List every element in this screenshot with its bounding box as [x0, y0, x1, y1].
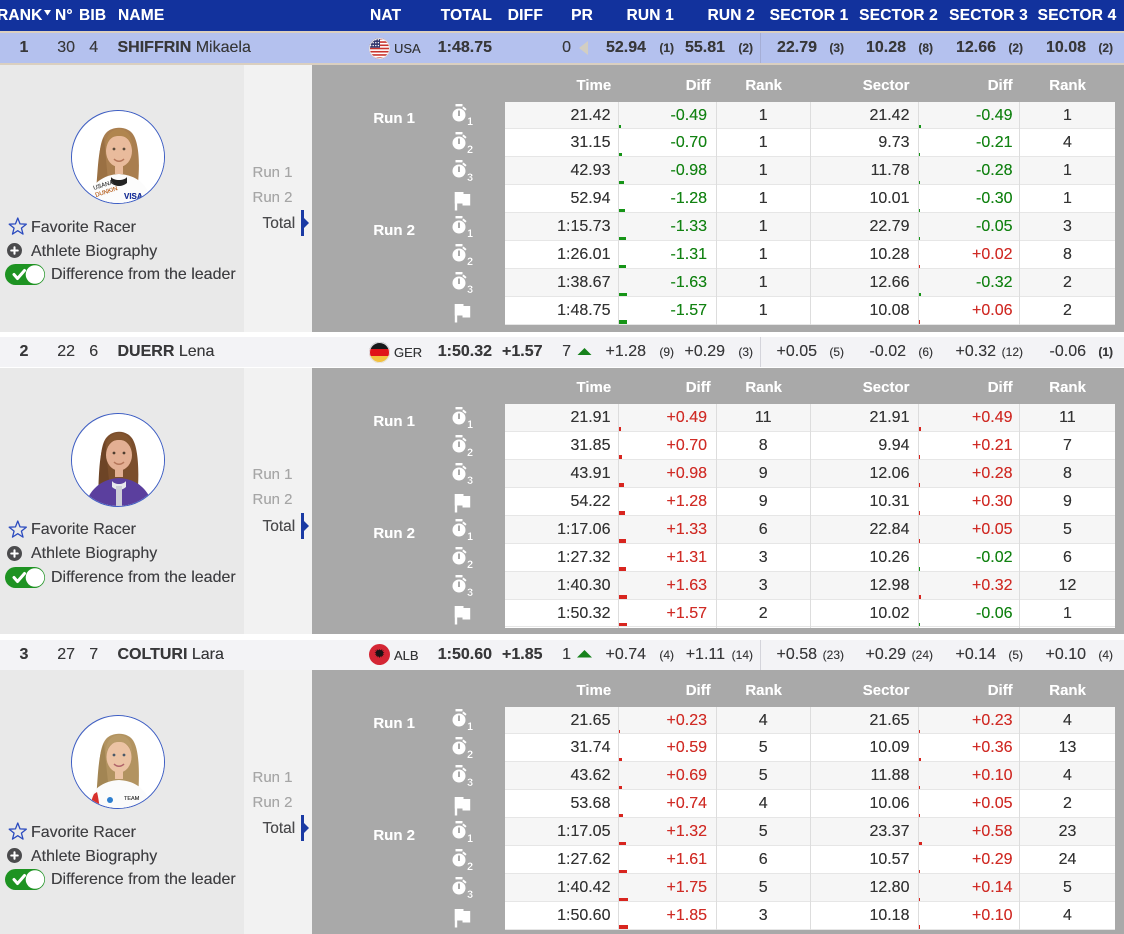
svg-text:1: 1 — [467, 116, 473, 126]
svg-text:3: 3 — [467, 284, 473, 294]
svg-text:TEAM: TEAM — [124, 796, 140, 802]
svg-text:1: 1 — [467, 228, 473, 238]
svg-text:1: 1 — [467, 833, 473, 843]
svg-text:2: 2 — [467, 447, 473, 457]
svg-text:2: 2 — [467, 256, 473, 266]
svg-text:3: 3 — [467, 889, 473, 899]
svg-text:1: 1 — [467, 531, 473, 541]
svg-text:3: 3 — [467, 172, 473, 182]
svg-text:2: 2 — [467, 144, 473, 154]
svg-text:1: 1 — [467, 721, 473, 731]
svg-text:2: 2 — [467, 559, 473, 569]
svg-text:VISA: VISA — [124, 192, 143, 201]
svg-text:3: 3 — [467, 777, 473, 787]
svg-text:2: 2 — [467, 749, 473, 759]
svg-text:1: 1 — [467, 419, 473, 429]
svg-text:3: 3 — [467, 587, 473, 597]
svg-text:3: 3 — [467, 475, 473, 485]
svg-text:2: 2 — [467, 861, 473, 871]
